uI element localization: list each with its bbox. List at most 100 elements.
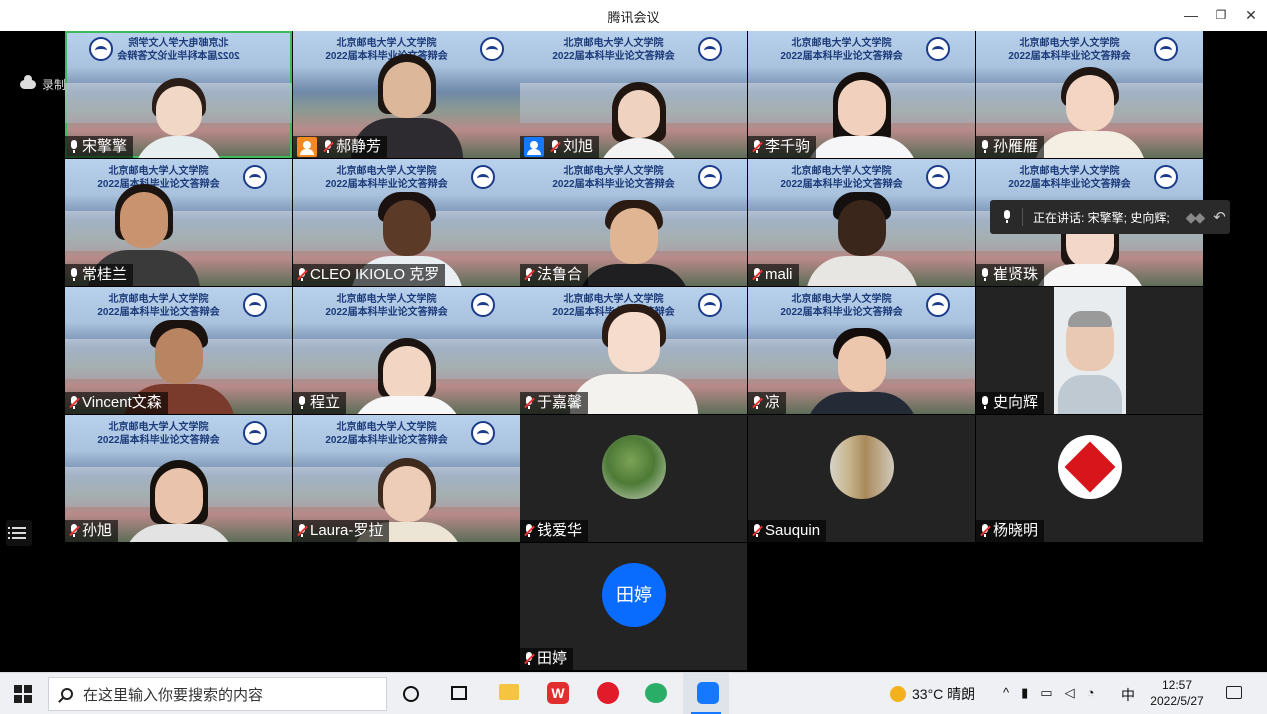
participant-name-tag: CLEO IKIOLO 克罗	[293, 264, 446, 286]
video-tile[interactable]: 北京邮电大学人文学院 2022届本科毕业论文答辩会 mali	[748, 159, 975, 286]
university-logo-icon	[698, 165, 722, 189]
video-tile[interactable]: 北京邮电大学人文学院 2022届本科毕业论文答辩会 凉	[748, 287, 975, 414]
input-method-indicator[interactable]: 中	[1121, 685, 1135, 705]
microphone-icon	[69, 140, 79, 154]
avatar	[602, 435, 666, 499]
participant-video	[802, 178, 922, 286]
university-logo-icon	[243, 421, 267, 445]
audio-tile[interactable]: 杨晓明	[976, 415, 1203, 542]
microphone-icon	[980, 396, 990, 410]
participant-name-tag: 常桂兰	[65, 264, 134, 286]
university-logo-icon	[471, 421, 495, 445]
video-tile[interactable]: 北京邮电大学人文学院2022届本科毕业论文答辩会 于嘉馨	[520, 287, 747, 414]
clock-date: 2022/5/27	[1150, 694, 1204, 708]
video-tile[interactable]: 北京邮电大学人文学院 2022届本科毕业论文答辩会 CLEO IKIOLO 克罗	[293, 159, 520, 286]
video-stage: 录制中 北京邮电大学人文学院 2022届本科毕业论文答辩会 宋擎擎 北京邮电大学人…	[0, 31, 1267, 672]
participant-name-tag: 杨晓明	[976, 520, 1045, 542]
close-button[interactable]: ✕	[1237, 4, 1265, 26]
taskbar: 在这里输入你要搜索的内容 W 33°C 晴朗 ^ ▮ ▭ ◁ ◔ 中 12:57…	[0, 672, 1267, 714]
weather-widget[interactable]: 33°C 晴朗	[890, 684, 975, 704]
wechat-icon[interactable]	[645, 683, 667, 703]
microphone-icon	[980, 140, 990, 154]
participant-name-tag: 孙雁雁	[976, 136, 1045, 158]
battery-icon[interactable]: ▭	[1040, 685, 1052, 701]
file-explorer-icon[interactable]	[499, 684, 519, 700]
cloud-icon	[20, 75, 36, 89]
search-placeholder: 在这里输入你要搜索的内容	[83, 686, 264, 704]
participant-name-tag: 孙旭	[65, 520, 119, 542]
video-tile[interactable]: 史向辉	[976, 287, 1203, 414]
avatar	[830, 435, 894, 499]
microphone-muted-icon	[323, 140, 334, 154]
participant-name-tag: 田婷	[520, 648, 574, 670]
microphone-muted-icon	[752, 268, 763, 282]
participant-video	[802, 58, 922, 158]
participant-video	[1054, 287, 1126, 414]
participant-name-tag: 钱爱华	[520, 520, 589, 542]
microphone-muted-icon	[297, 524, 308, 538]
participant-name-tag: 史向辉	[976, 392, 1045, 414]
notification-icon[interactable]	[1226, 686, 1242, 699]
microphone-muted-icon	[752, 524, 763, 538]
clock[interactable]: 12:57 2022/5/27	[1142, 677, 1212, 709]
video-tile[interactable]: 北京邮电大学人文学院 2022届本科毕业论文答辩会 Vincent文森	[65, 287, 292, 414]
participant-name-tag: 法鲁合	[520, 264, 589, 286]
video-tile[interactable]: 北京邮电大学人文学院 2022届本科毕业论文答辩会 常桂兰	[65, 159, 292, 286]
microphone-muted-icon	[524, 524, 535, 538]
cortana-icon[interactable]	[403, 686, 419, 702]
video-tile[interactable]: 北京邮电大学人文学院 2022届本科毕业论文答辩会 孙旭	[65, 415, 292, 542]
wifi-icon[interactable]: ◔	[1087, 685, 1095, 701]
video-tile[interactable]: 北京邮电大学人文学院 2022届本科毕业论文答辩会 程立	[293, 287, 520, 414]
video-tile[interactable]: 北京邮电大学人文学院 2022届本科毕业论文答辩会 郝静芳	[293, 31, 520, 158]
microphone-muted-icon	[297, 268, 308, 282]
video-tile[interactable]: 北京邮电大学人文学院 2022届本科毕业论文答辩会 刘旭	[520, 31, 747, 158]
audio-tile[interactable]: Sauquin	[748, 415, 975, 542]
university-logo-icon	[480, 37, 504, 61]
avatar	[1058, 435, 1122, 499]
system-tray: ^ ▮ ▭ ◁ ◔	[1003, 685, 1094, 701]
university-logo-icon	[243, 165, 267, 189]
microphone-muted-icon	[980, 524, 991, 538]
video-tile[interactable]: 北京邮电大学人文学院 2022届本科毕业论文答辩会 宋擎擎	[65, 31, 292, 158]
collapse-icon[interactable]: ↶	[1213, 208, 1226, 226]
participant-name-tag: 于嘉馨	[520, 392, 589, 414]
university-logo-icon	[243, 293, 267, 317]
chevron-up-icon[interactable]: ^	[1003, 685, 1009, 701]
video-tile[interactable]: 北京邮电大学人文学院 2022届本科毕业论文答辩会 李千驹	[748, 31, 975, 158]
microphone-muted-icon	[69, 524, 80, 538]
search-input[interactable]: 在这里输入你要搜索的内容	[48, 677, 387, 711]
university-logo-icon	[926, 293, 950, 317]
tencent-meeting-icon[interactable]	[697, 682, 719, 704]
participant-name-tag: 程立	[293, 392, 347, 414]
minimize-button[interactable]: —	[1177, 4, 1205, 26]
participant-name-tag: mali	[748, 264, 799, 286]
task-view-icon[interactable]	[451, 686, 467, 700]
speaking-label: 正在讲话: 宋擎擎; 史向辉;	[1033, 210, 1170, 225]
speaking-indicator[interactable]: 正在讲话: 宋擎擎; 史向辉; ◆◆ ↶	[990, 200, 1230, 234]
participant-name-tag: 刘旭	[520, 136, 600, 158]
video-tile[interactable]: 北京邮电大学人文学院 2022届本科毕业论文答辩会 孙雁雁	[976, 31, 1203, 158]
audio-tile[interactable]: 钱爱华	[520, 415, 747, 542]
university-logo-icon	[926, 165, 950, 189]
participant-name-tag: 凉	[748, 392, 787, 414]
sun-icon	[890, 686, 906, 702]
volume-icon[interactable]: ◁	[1065, 685, 1075, 701]
video-tile[interactable]: 北京邮电大学人文学院 2022届本科毕业论文答辩会 法鲁合	[520, 159, 747, 286]
participant-video	[1030, 53, 1150, 158]
list-icon	[8, 527, 26, 529]
microphone-muted-icon	[752, 396, 763, 410]
participant-name-tag: 李千驹	[748, 136, 817, 158]
audio-tile[interactable]: 田婷 田婷	[520, 543, 747, 670]
microphone-muted-icon	[524, 652, 535, 666]
video-tile[interactable]: 北京邮电大学人文学院 2022届本科毕业论文答辩会 Laura-罗拉	[293, 415, 520, 542]
wps-icon[interactable]: W	[547, 682, 569, 704]
microphone-tray-icon[interactable]: ▮	[1021, 685, 1028, 701]
windows-start-icon[interactable]	[14, 685, 32, 703]
maximize-button[interactable]: ❐	[1207, 4, 1235, 26]
participant-name-tag: Sauquin	[748, 520, 827, 542]
participant-video	[133, 68, 224, 158]
participant-name-tag: Vincent文森	[65, 392, 168, 414]
netease-music-icon[interactable]	[597, 682, 619, 704]
participant-list-button[interactable]	[6, 520, 32, 546]
title-bar: 腾讯会议 — ❐ ✕	[0, 0, 1267, 31]
